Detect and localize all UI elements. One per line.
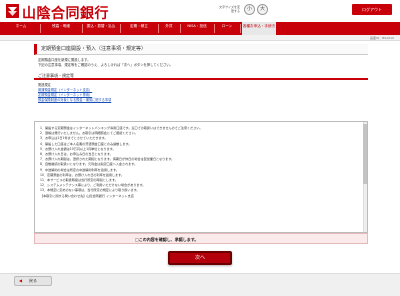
nav-item-home[interactable]: ホーム (4, 22, 38, 35)
terms-scrollbar-thumb[interactable] (363, 124, 367, 184)
nav-item-label: 振込・振替・払込 (86, 24, 116, 28)
fontsize-small-button[interactable]: 小 (244, 4, 255, 15)
intro-text: 定期預金口座を新規に開設します。 下記の注意事項、規定等をご確認のうえ、よろしけ… (34, 58, 368, 68)
terms-line: 【本取引に関する問い合わせ先】山陰合同銀行 インターネット支店 (40, 193, 134, 198)
page-title: 定期預金口座開設・預入（注意事項・規定等） (34, 44, 368, 55)
terms-scrollbar[interactable] (363, 122, 367, 232)
nav-item-foreign-currency[interactable]: 外貨 (160, 22, 178, 35)
fontsize-large-button[interactable]: 大 (257, 4, 268, 15)
back-button-label: 戻る (29, 278, 37, 283)
nav-item-label: 各種お申込・手続き (242, 24, 276, 28)
terms-scroll-box[interactable]: 1．開設する定期預金はインターネットバンキング専用口座です。窓口での取扱いはでき… (34, 121, 368, 233)
confirm-checkbox-group[interactable]: □この内容を確認し、承諾します。 (135, 237, 198, 243)
nav-divider (82, 24, 83, 33)
link-deposit-insurance[interactable]: 預金保険制度の対象となる預金・補償に関する事項 (38, 98, 368, 103)
bank-name: 山陰合同銀行 (22, 6, 109, 22)
nav-item-label: ホーム (15, 24, 27, 28)
nav-divider (240, 24, 241, 33)
back-arrow-icon: ◀ (19, 278, 23, 283)
nav-item-label: NISA・投信 (187, 24, 207, 28)
related-links: 関連規定 普通預金規定（インターネット支店） 定期預金規定（インターネット専用）… (34, 83, 368, 103)
nav-item-label: 外貨 (165, 24, 173, 28)
terms-text: 1．開設する定期預金はインターネットバンキング専用口座です。窓口での取扱いはでき… (35, 122, 367, 203)
global-nav: ホーム 残高・明細 振込・振替・払込 定期・積立 外貨 NISA・投信 ローン … (0, 22, 400, 35)
nav-item-label: 定期・積立 (130, 24, 148, 28)
nav-divider (158, 24, 159, 33)
section-title: ご注意事項・規定等 (34, 72, 368, 80)
nav-item-label: ローン (221, 24, 233, 28)
bank-logo-icon (6, 4, 19, 18)
nav-divider (40, 24, 41, 33)
nav-divider (120, 24, 121, 33)
nav-item-applications[interactable]: 各種お申込・手続き (242, 22, 276, 35)
nav-item-loan[interactable]: ローン (216, 22, 238, 35)
confirm-checkbox-label[interactable]: □この内容を確認し、承諾します。 (135, 237, 198, 243)
nav-item-balance[interactable]: 残高・明細 (42, 22, 80, 35)
logout-button[interactable]: ログアウト (352, 4, 392, 15)
nav-item-label: 残高・明細 (52, 24, 70, 28)
header: 山陰合同銀行 文字サイズを変更する 小 大 ログアウト (0, 0, 400, 22)
fontsize-label: 文字サイズを変更する (219, 5, 240, 13)
footer-bar (0, 273, 400, 296)
confirm-row: □この内容を確認し、承諾します。 (34, 233, 368, 244)
screen-id: 画面ID：BSA010 (370, 36, 394, 40)
nav-item-time-deposit[interactable]: 定期・積立 (122, 22, 156, 35)
next-button[interactable]: 次へ (168, 251, 232, 265)
back-button[interactable]: ◀ 戻る (14, 276, 52, 286)
nav-item-transfer[interactable]: 振込・振替・払込 (84, 22, 118, 35)
sub-bar (0, 35, 400, 41)
nav-divider (180, 24, 181, 33)
nav-item-nisa[interactable]: NISA・投信 (182, 22, 212, 35)
intro-line: 下記の注意事項、規定等をご確認のうえ、よろしければ「次へ」ボタンを押してください… (38, 63, 173, 67)
nav-divider (214, 24, 215, 33)
main-content: 定期預金口座開設・預入（注意事項・規定等） 定期預金口座を新規に開設します。 下… (34, 44, 368, 103)
